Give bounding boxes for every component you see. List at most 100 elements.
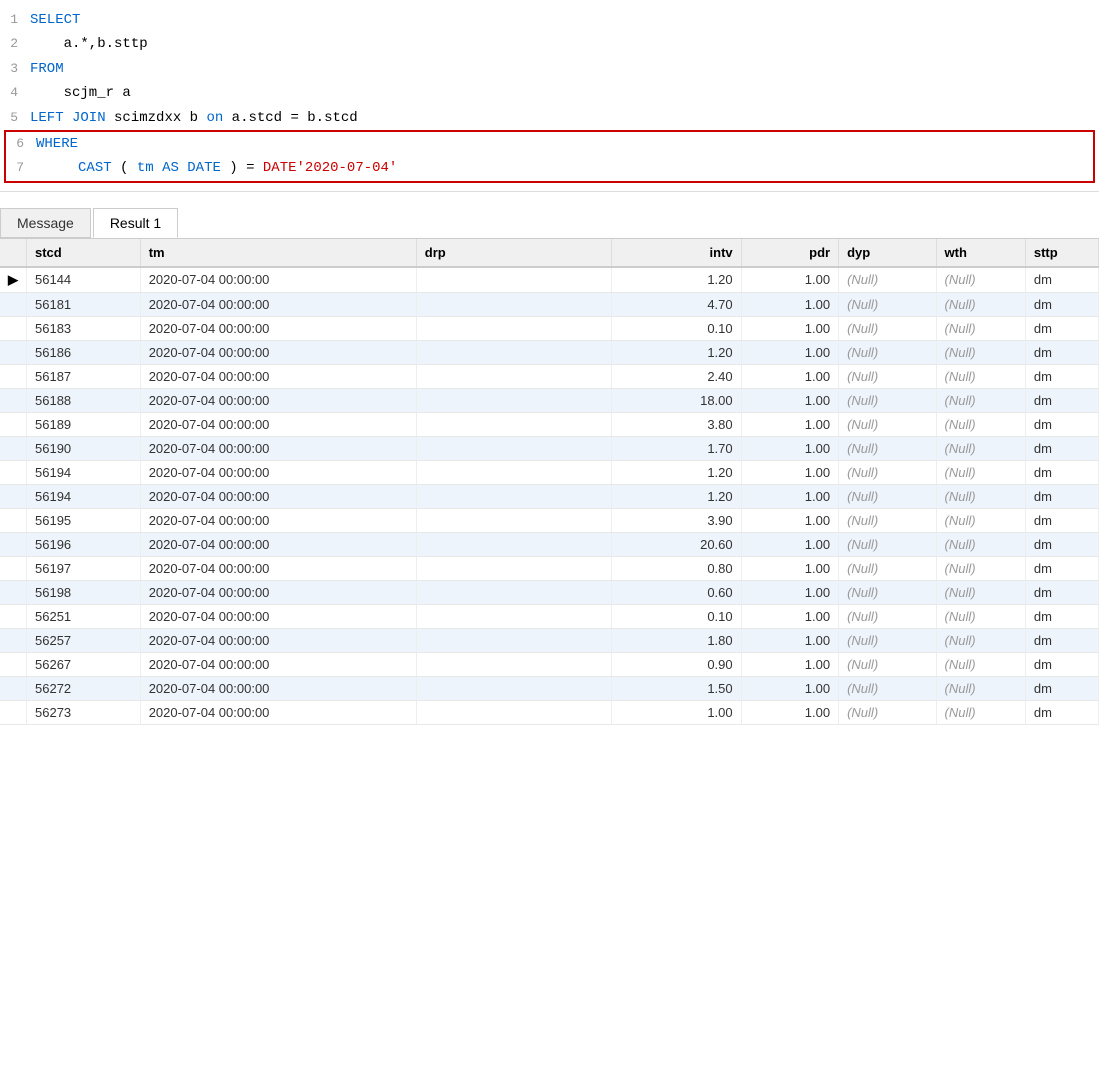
cell-wth: (Null) bbox=[936, 556, 1025, 580]
cell-pdr: 1.00 bbox=[741, 316, 838, 340]
sql-text: a.*,b.sttp bbox=[30, 36, 148, 52]
table-row: 561832020-07-04 00:00:000.101.00(Null)(N… bbox=[0, 316, 1099, 340]
cell-intv: 18.00 bbox=[611, 388, 741, 412]
cell-stcd: 56189 bbox=[27, 412, 141, 436]
cell-wth: (Null) bbox=[936, 676, 1025, 700]
table-row: 561952020-07-04 00:00:003.901.00(Null)(N… bbox=[0, 508, 1099, 532]
cell-intv: 0.10 bbox=[611, 604, 741, 628]
cell-drp bbox=[416, 676, 611, 700]
cell-drp bbox=[416, 532, 611, 556]
cell-tm: 2020-07-04 00:00:00 bbox=[140, 676, 416, 700]
row-indicator bbox=[0, 316, 27, 340]
cell-intv: 2.40 bbox=[611, 364, 741, 388]
cell-tm: 2020-07-04 00:00:00 bbox=[140, 580, 416, 604]
cell-pdr: 1.00 bbox=[741, 556, 838, 580]
cell-tm: 2020-07-04 00:00:00 bbox=[140, 508, 416, 532]
row-indicator bbox=[0, 532, 27, 556]
table-row: 561872020-07-04 00:00:002.401.00(Null)(N… bbox=[0, 364, 1099, 388]
cell-dyp: (Null) bbox=[839, 267, 936, 293]
cell-dyp: (Null) bbox=[839, 652, 936, 676]
tab-message[interactable]: Message bbox=[0, 208, 91, 238]
cell-stcd: 56186 bbox=[27, 340, 141, 364]
table-body: ▶561442020-07-04 00:00:001.201.00(Null)(… bbox=[0, 267, 1099, 725]
table-row: 561892020-07-04 00:00:003.801.00(Null)(N… bbox=[0, 412, 1099, 436]
row-indicator bbox=[0, 484, 27, 508]
line-content-6: WHERE bbox=[36, 133, 1093, 155]
cell-sttp: dm bbox=[1025, 267, 1098, 293]
result-table: stcd tm drp intv pdr dyp wth sttp ▶56144… bbox=[0, 239, 1099, 725]
cell-intv: 20.60 bbox=[611, 532, 741, 556]
cell-sttp: dm bbox=[1025, 556, 1098, 580]
line-number-7: 7 bbox=[6, 158, 36, 179]
line-content-1: SELECT bbox=[30, 9, 1099, 31]
cell-intv: 1.20 bbox=[611, 340, 741, 364]
row-indicator bbox=[0, 556, 27, 580]
cell-stcd: 56196 bbox=[27, 532, 141, 556]
cell-stcd: 56197 bbox=[27, 556, 141, 580]
line-content-5: LEFT JOIN scimzdxx b on a.stcd = b.stcd bbox=[30, 107, 1099, 129]
cell-tm: 2020-07-04 00:00:00 bbox=[140, 412, 416, 436]
keyword-cast: CAST bbox=[78, 160, 112, 176]
cell-dyp: (Null) bbox=[839, 292, 936, 316]
cell-intv: 3.90 bbox=[611, 508, 741, 532]
row-indicator bbox=[0, 388, 27, 412]
cell-stcd: 56183 bbox=[27, 316, 141, 340]
cell-sttp: dm bbox=[1025, 628, 1098, 652]
cell-drp bbox=[416, 292, 611, 316]
sql-date-value: DATE'2020-07-04' bbox=[263, 160, 397, 176]
sql-line-3: 3 FROM bbox=[0, 57, 1099, 81]
cell-intv: 0.90 bbox=[611, 652, 741, 676]
cell-stcd: 56251 bbox=[27, 604, 141, 628]
tabs-area: Message Result 1 bbox=[0, 208, 1099, 239]
cell-wth: (Null) bbox=[936, 532, 1025, 556]
cell-wth: (Null) bbox=[936, 628, 1025, 652]
keyword-from: FROM bbox=[30, 61, 64, 77]
highlighted-where-block: 6 WHERE 7 CAST ( tm AS DATE ) = DATE'202… bbox=[4, 130, 1095, 183]
cell-wth: (Null) bbox=[936, 267, 1025, 293]
cell-dyp: (Null) bbox=[839, 700, 936, 724]
cell-pdr: 1.00 bbox=[741, 460, 838, 484]
table-row: 562572020-07-04 00:00:001.801.00(Null)(N… bbox=[0, 628, 1099, 652]
cell-drp bbox=[416, 364, 611, 388]
cell-dyp: (Null) bbox=[839, 436, 936, 460]
cell-pdr: 1.00 bbox=[741, 412, 838, 436]
cell-stcd: 56194 bbox=[27, 460, 141, 484]
cell-tm: 2020-07-04 00:00:00 bbox=[140, 556, 416, 580]
tab-result1[interactable]: Result 1 bbox=[93, 208, 178, 238]
result-container: stcd tm drp intv pdr dyp wth sttp ▶56144… bbox=[0, 239, 1099, 725]
table-row: 561942020-07-04 00:00:001.201.00(Null)(N… bbox=[0, 460, 1099, 484]
row-indicator bbox=[0, 628, 27, 652]
cell-wth: (Null) bbox=[936, 700, 1025, 724]
keyword-where: WHERE bbox=[36, 136, 78, 152]
cell-tm: 2020-07-04 00:00:00 bbox=[140, 316, 416, 340]
line-number-4: 4 bbox=[0, 83, 30, 104]
cell-sttp: dm bbox=[1025, 340, 1098, 364]
row-indicator bbox=[0, 700, 27, 724]
cell-drp bbox=[416, 436, 611, 460]
cell-tm: 2020-07-04 00:00:00 bbox=[140, 388, 416, 412]
cell-tm: 2020-07-04 00:00:00 bbox=[140, 532, 416, 556]
line-number-3: 3 bbox=[0, 59, 30, 80]
cell-pdr: 1.00 bbox=[741, 508, 838, 532]
keyword-as: AS bbox=[162, 160, 187, 176]
cell-wth: (Null) bbox=[936, 580, 1025, 604]
row-indicator bbox=[0, 436, 27, 460]
cell-dyp: (Null) bbox=[839, 508, 936, 532]
sql-editor: 1 SELECT 2 a.*,b.sttp 3 FROM 4 scjm_r a … bbox=[0, 0, 1099, 192]
cell-drp bbox=[416, 580, 611, 604]
table-row: 561972020-07-04 00:00:000.801.00(Null)(N… bbox=[0, 556, 1099, 580]
cell-dyp: (Null) bbox=[839, 316, 936, 340]
row-indicator bbox=[0, 580, 27, 604]
table-row: 562672020-07-04 00:00:000.901.00(Null)(N… bbox=[0, 652, 1099, 676]
cell-intv: 1.80 bbox=[611, 628, 741, 652]
cell-stcd: 56181 bbox=[27, 292, 141, 316]
table-row: ▶561442020-07-04 00:00:001.201.00(Null)(… bbox=[0, 267, 1099, 293]
row-indicator: ▶ bbox=[0, 267, 27, 293]
cell-wth: (Null) bbox=[936, 436, 1025, 460]
table-row: 561882020-07-04 00:00:0018.001.00(Null)(… bbox=[0, 388, 1099, 412]
cell-sttp: dm bbox=[1025, 676, 1098, 700]
sql-line-7: 7 CAST ( tm AS DATE ) = DATE'2020-07-04' bbox=[6, 156, 1093, 180]
cell-intv: 0.10 bbox=[611, 316, 741, 340]
cell-stcd: 56144 bbox=[27, 267, 141, 293]
table-row: 561902020-07-04 00:00:001.701.00(Null)(N… bbox=[0, 436, 1099, 460]
